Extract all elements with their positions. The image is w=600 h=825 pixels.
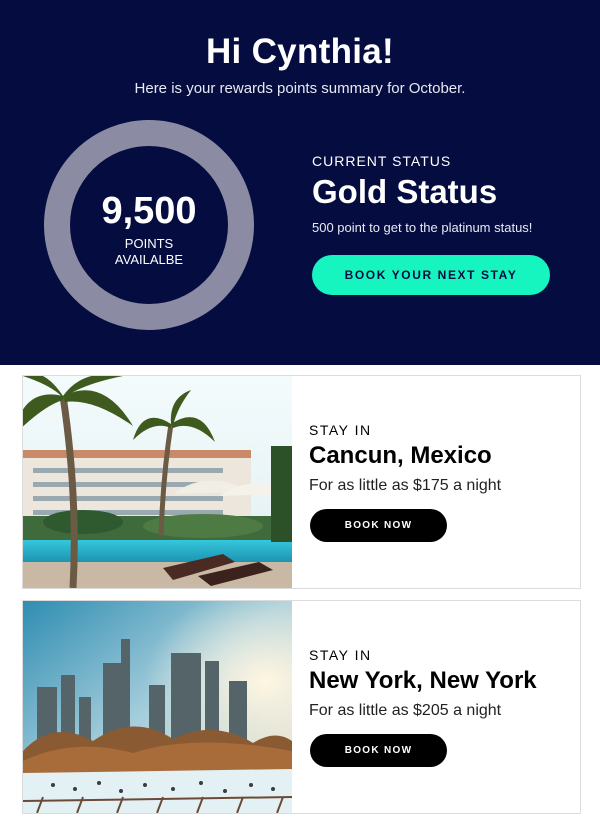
- points-label: POINTS AVAILALBE: [70, 236, 228, 268]
- status-kicker: CURRENT STATUS: [312, 153, 452, 169]
- book-next-stay-button[interactable]: BOOK YOUR NEXT STAY: [312, 255, 550, 295]
- stay-kicker: STAY IN: [309, 422, 372, 438]
- summary-subtitle: Here is your rewards points summary for …: [134, 80, 466, 97]
- points-ring: 9,500 POINTS AVAILALBE: [44, 120, 254, 330]
- book-now-button-cancun[interactable]: BOOK NOW: [310, 509, 447, 542]
- status-title: Gold Status: [312, 173, 498, 210]
- stay-card-cancun: STAY IN Cancun, Mexico For as little as …: [22, 375, 581, 589]
- stay-card-new-york: STAY IN New York, New York For as little…: [22, 600, 581, 814]
- stay-price: For as little as $205 a night: [309, 702, 502, 719]
- status-note: 500 point to get to the platinum status!: [312, 220, 533, 235]
- points-value: 9,500: [101, 190, 197, 232]
- rewards-header: Hi Cynthia! Here is your rewards points …: [0, 0, 600, 365]
- stay-price: For as little as $175 a night: [309, 477, 502, 494]
- new-york-skyline-image: [23, 601, 292, 813]
- book-now-button-new-york[interactable]: BOOK NOW: [310, 734, 447, 767]
- stay-kicker: STAY IN: [309, 647, 372, 663]
- stay-destination: New York, New York: [309, 667, 537, 694]
- greeting-title: Hi Cynthia!: [205, 32, 395, 71]
- stay-destination: Cancun, Mexico: [309, 442, 492, 469]
- points-label-line1: POINTS: [124, 236, 174, 251]
- points-label-line2: AVAILALBE: [114, 252, 184, 267]
- cancun-resort-image: [23, 376, 292, 588]
